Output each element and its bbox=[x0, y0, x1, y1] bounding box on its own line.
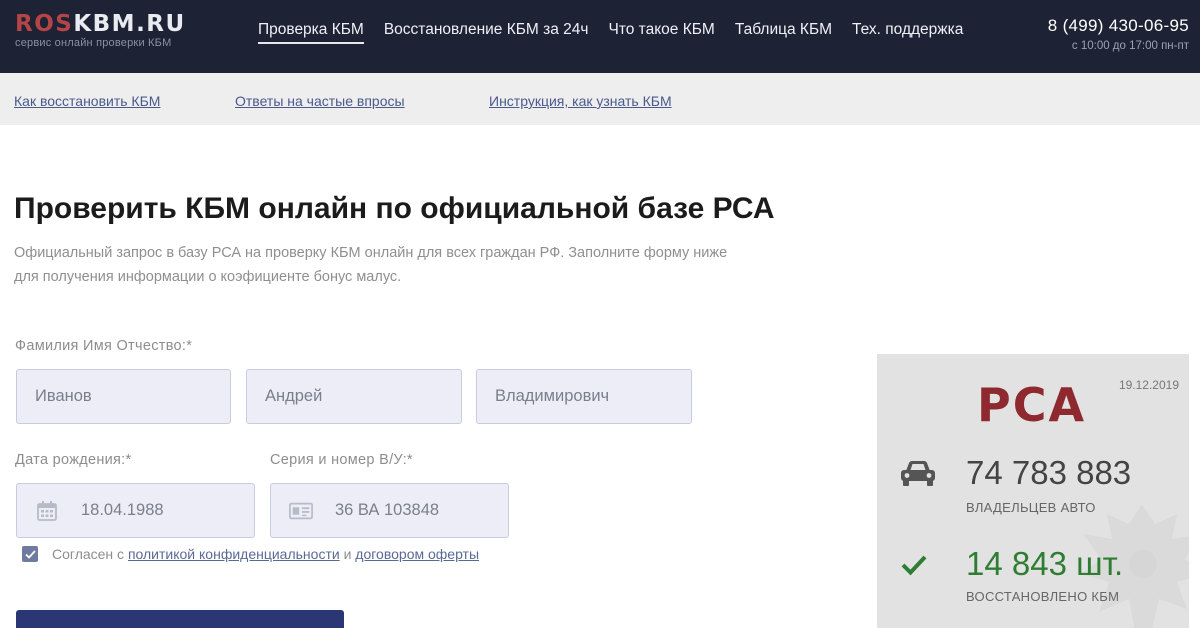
last-name-input[interactable]: Иванов bbox=[16, 369, 231, 424]
agree-prefix: Согласен с bbox=[52, 546, 125, 562]
owners-label: ВЛАДЕЛЬЦЕВ АВТО bbox=[966, 500, 1096, 515]
logo-text: ROSKBM.RU bbox=[15, 11, 186, 37]
link-instruction[interactable]: Инструкция, как узнать КБМ bbox=[489, 93, 672, 109]
agreement-row: Согласен с политикой конфиденциальности … bbox=[22, 546, 479, 562]
secondary-nav: Как восстановить КБМ Ответы на частые вп… bbox=[0, 73, 1200, 125]
offer-contract-link[interactable]: договором оферты bbox=[355, 546, 479, 562]
top-header: ROSKBM.RU сервис онлайн проверки КБМ Про… bbox=[0, 0, 1200, 73]
license-label: Серия и номер В/У:* bbox=[270, 452, 413, 468]
owners-count: 74 783 883 bbox=[966, 454, 1132, 491]
submit-button[interactable] bbox=[16, 610, 344, 628]
patronymic-input[interactable]: Владимирович bbox=[476, 369, 692, 424]
license-value: 36 ВА 103848 bbox=[335, 501, 440, 519]
birth-date-label: Дата рождения:* bbox=[15, 452, 132, 468]
first-name-input[interactable]: Андрей bbox=[246, 369, 462, 424]
page-title-rest: онлайн по официальной базе РСА bbox=[250, 192, 775, 225]
birth-date-input[interactable]: 18.04.1988 bbox=[16, 483, 255, 538]
first-name-value: Андрей bbox=[265, 387, 323, 405]
fio-label: Фамилия Имя Отчество:* bbox=[15, 338, 193, 354]
calendar-icon[interactable] bbox=[35, 499, 59, 523]
birth-date-value: 18.04.1988 bbox=[81, 501, 164, 519]
nav-support[interactable]: Тех. поддержка bbox=[852, 21, 963, 44]
rsa-logo: РСА bbox=[977, 378, 1087, 432]
page-title-bold: Проверить КБМ bbox=[14, 192, 251, 225]
site-logo[interactable]: ROSKBM.RU сервис онлайн проверки КБМ bbox=[15, 11, 186, 50]
check-icon bbox=[901, 554, 927, 581]
link-faq[interactable]: Ответы на частые впросы bbox=[235, 93, 405, 109]
restored-count: 14 843 шт. bbox=[966, 545, 1124, 582]
car-icon bbox=[899, 460, 937, 493]
restored-label: ВОССТАНОВЛЕНО КБМ bbox=[966, 589, 1120, 604]
agree-checkbox[interactable] bbox=[22, 546, 38, 562]
license-input[interactable]: 36 ВА 103848 bbox=[270, 483, 509, 538]
privacy-policy-link[interactable]: политикой конфиденциальности bbox=[128, 546, 340, 562]
nav-kbm-table[interactable]: Таблица КБМ bbox=[735, 21, 832, 44]
logo-ros: ROS bbox=[15, 11, 74, 37]
nav-what-is-kbm[interactable]: Что такое КБМ bbox=[609, 21, 715, 44]
stats-date: 19.12.2019 bbox=[1118, 378, 1179, 392]
agree-and: и bbox=[343, 546, 352, 562]
checkmark-icon bbox=[24, 549, 36, 559]
patronymic-value: Владимирович bbox=[495, 387, 610, 405]
contact-info: 8 (499) 430-06-95 с 10:00 до 17:00 пн-пт bbox=[1048, 16, 1189, 52]
main-nav: Проверка КБМ Восстановление КБМ за 24ч Ч… bbox=[258, 21, 983, 44]
working-hours: с 10:00 до 17:00 пн-пт bbox=[1071, 40, 1189, 52]
phone-number[interactable]: 8 (499) 430-06-95 bbox=[1048, 16, 1189, 36]
page-title: Проверить КБМ онлайн по официальной базе… bbox=[14, 192, 775, 226]
logo-kbm: KBM.RU bbox=[73, 11, 186, 37]
last-name-value: Иванов bbox=[35, 387, 92, 405]
nav-restore-kbm[interactable]: Восстановление КБМ за 24ч bbox=[384, 21, 589, 44]
rsa-stats-panel: 19.12.2019 РСА 74 783 883 ВЛАДЕЛЬЦЕВ АВТ… bbox=[877, 354, 1189, 628]
id-card-icon bbox=[289, 499, 313, 523]
link-how-restore[interactable]: Как восстановить КБМ bbox=[14, 93, 160, 109]
nav-check-kbm[interactable]: Проверка КБМ bbox=[258, 21, 364, 44]
logo-subtitle: сервис онлайн проверки КБМ bbox=[15, 37, 172, 49]
page-description: Официальный запрос в базу РСА на проверк… bbox=[14, 245, 728, 285]
